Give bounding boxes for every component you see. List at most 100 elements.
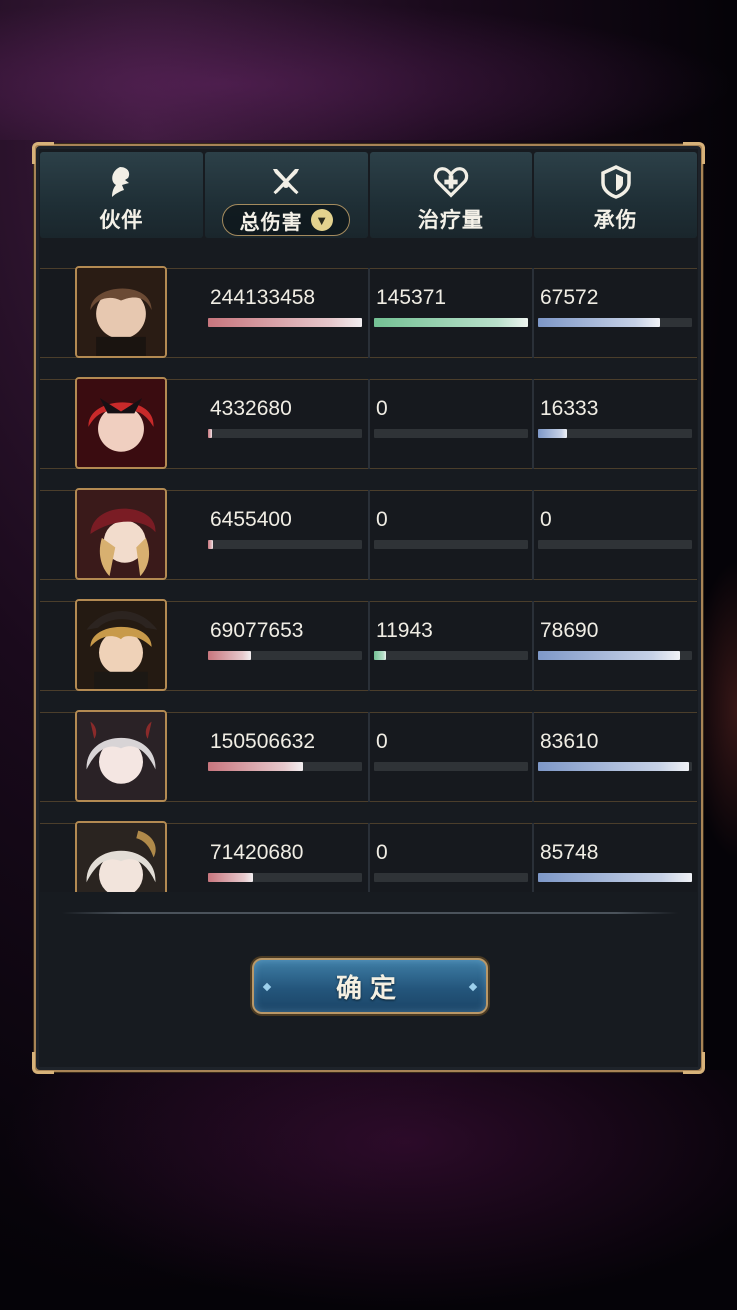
avatar[interactable] [75, 266, 167, 358]
avatar[interactable] [75, 599, 167, 691]
button-ornament [468, 982, 478, 992]
taken-value: 83610 [540, 730, 599, 753]
heal-cell: 0 [368, 379, 532, 469]
confirm-label: 确定 [335, 973, 404, 1004]
damage-bar [208, 318, 362, 327]
taken-bar [538, 651, 692, 660]
bar-fill [374, 651, 387, 660]
taken-bar [538, 318, 692, 327]
taken-bar [538, 873, 692, 882]
damage-value: 244133458 [210, 286, 316, 309]
bar-fill [538, 318, 660, 327]
damage-value: 6455400 [210, 508, 292, 531]
bar-fill [538, 873, 692, 882]
taken-cell: 85748 [532, 823, 697, 892]
heal-bar [374, 762, 528, 771]
damage-value: 69077653 [210, 619, 304, 642]
tab-label: 总伤害 [239, 211, 303, 234]
chevron-down-icon: ▼ [310, 209, 333, 231]
shield-icon [598, 164, 634, 200]
bar-fill [374, 318, 528, 327]
list-item: 71420680 0 85748 [40, 821, 697, 892]
taken-value: 16333 [540, 397, 599, 420]
tab-partner[interactable]: 伙伴 [40, 152, 203, 238]
heal-cell: 0 [368, 490, 532, 580]
list-item: 244133458 145371 67572 [40, 266, 697, 358]
damage-cell: 71420680 [204, 823, 368, 892]
tab-label: 伙伴 [99, 209, 144, 232]
taken-value: 78690 [540, 619, 599, 642]
damage-cell: 150506632 [204, 712, 368, 802]
damage-bar [208, 873, 362, 882]
taken-value: 67572 [540, 286, 599, 309]
damage-sort-dropdown[interactable]: 总伤害 ▼ [222, 204, 351, 236]
heal-bar [374, 873, 528, 882]
scroll-divider [62, 912, 678, 914]
tab-label: 承伤 [593, 209, 638, 232]
heal-bar [374, 429, 528, 438]
taken-bar [538, 762, 692, 771]
damage-bar [208, 651, 362, 660]
bar-fill [208, 651, 252, 660]
damage-bar [208, 540, 362, 549]
heal-cell: 145371 [368, 268, 532, 358]
bar-fill [208, 540, 213, 549]
tab-healing[interactable]: 治疗量 [369, 152, 533, 238]
heal-value: 0 [376, 397, 388, 420]
damage-value: 4332680 [210, 397, 292, 420]
damage-cell: 244133458 [204, 268, 368, 358]
damage-bar [208, 762, 362, 771]
heal-value: 0 [376, 508, 388, 531]
bar-fill [208, 429, 212, 438]
heal-cell: 0 [368, 823, 532, 892]
heal-value: 145371 [376, 286, 447, 309]
tab-damage-taken[interactable]: 承伤 [534, 152, 697, 238]
taken-cell: 78690 [532, 601, 697, 691]
panel-corner-ornament [32, 1052, 54, 1074]
heal-value: 0 [376, 841, 388, 864]
battle-stats-panel: 伙伴 总伤害 ▼ 治疗量 承伤 244133458 145371 67572 4… [32, 142, 705, 1074]
bar-fill [208, 318, 362, 327]
stat-tabs: 伙伴 总伤害 ▼ 治疗量 承伤 [40, 152, 697, 238]
list-item: 69077653 11943 78690 [40, 599, 697, 691]
taken-value: 0 [540, 508, 552, 531]
avatar[interactable] [75, 377, 167, 469]
heal-cell: 11943 [368, 601, 532, 691]
panel-corner-ornament [683, 1052, 705, 1074]
list-item: 4332680 0 16333 [40, 377, 697, 469]
taken-cell: 0 [532, 490, 697, 580]
heal-value: 11943 [376, 619, 433, 642]
confirm-button[interactable]: 确定 [252, 958, 488, 1014]
taken-bar [538, 429, 692, 438]
heal-cell: 0 [368, 712, 532, 802]
heal-bar [374, 651, 528, 660]
damage-cell: 4332680 [204, 379, 368, 469]
bar-fill [538, 762, 689, 771]
avatar[interactable] [75, 710, 167, 802]
heal-value: 0 [376, 730, 388, 753]
partner-icon [103, 164, 139, 200]
partner-stats-list[interactable]: 244133458 145371 67572 4332680 0 16333 6… [40, 242, 697, 892]
avatar[interactable] [75, 821, 167, 892]
bar-fill [538, 651, 680, 660]
tab-label: 治疗量 [417, 209, 484, 232]
taken-cell: 67572 [532, 268, 697, 358]
bar-fill [538, 429, 568, 438]
taken-bar [538, 540, 692, 549]
list-item: 150506632 0 83610 [40, 710, 697, 802]
background-glow-bottom [0, 1070, 737, 1310]
avatar[interactable] [75, 488, 167, 580]
damage-cell: 6455400 [204, 490, 368, 580]
button-ornament [262, 982, 272, 992]
crossed-swords-icon [268, 164, 304, 200]
heal-bar [374, 540, 528, 549]
damage-value: 71420680 [210, 841, 304, 864]
heart-cross-icon [433, 164, 469, 200]
taken-cell: 83610 [532, 712, 697, 802]
background-glow-top [0, 0, 737, 140]
bar-fill [208, 762, 304, 771]
damage-cell: 69077653 [204, 601, 368, 691]
tab-total-damage[interactable]: 总伤害 ▼ [204, 152, 368, 238]
bar-fill [208, 873, 253, 882]
damage-value: 150506632 [210, 730, 316, 753]
